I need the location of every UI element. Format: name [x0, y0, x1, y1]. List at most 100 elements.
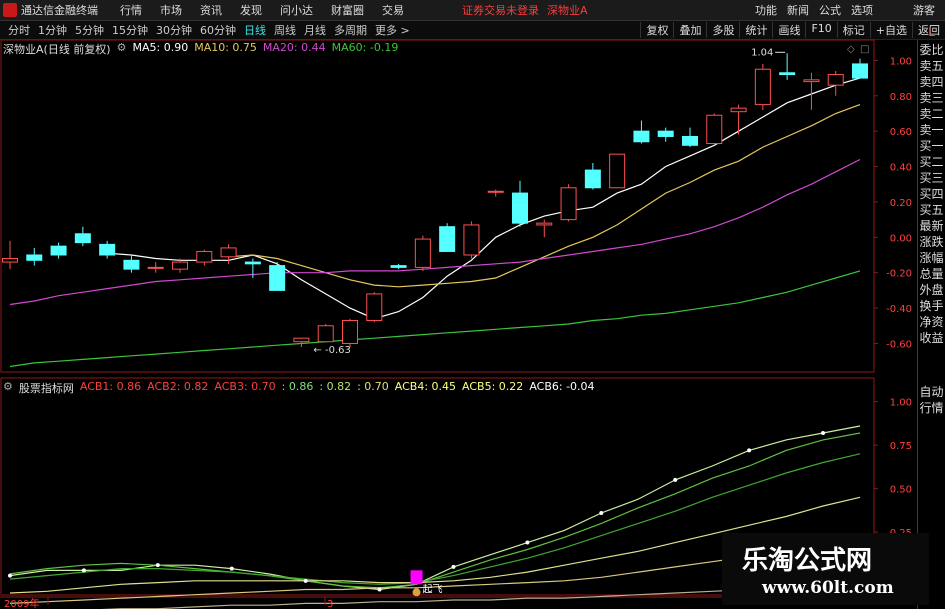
signal-label: 起飞 [423, 583, 443, 595]
settings-icon[interactable]: ⚙ [117, 41, 127, 57]
indicator-title: 股票指标网 [18, 382, 74, 395]
indicator-dot [303, 578, 308, 583]
side-item-7[interactable]: 买二 [918, 155, 945, 169]
candle-body [730, 107, 747, 113]
acb3-label: ACB3: 0.70 [214, 380, 276, 393]
candle [560, 184, 577, 222]
candle-body [754, 68, 771, 106]
candle [779, 53, 796, 80]
stock-chart[interactable]: 起飞 1.00 0.80 0.60 0.40 0.20 0.00 -0.20 -0.40 -0.… [0, 0, 945, 609]
indicator-dot [377, 587, 382, 592]
side-panel-toggle[interactable]: L [918, 25, 945, 39]
price-axis-label: 1.00 [890, 56, 912, 67]
candle-body [803, 79, 820, 83]
acb4-label: ACB4: 0.45 [394, 380, 457, 393]
candle-body [317, 325, 334, 343]
candle-body [269, 265, 286, 291]
price-axis-label: 0.40 [890, 163, 912, 174]
candle [74, 226, 91, 247]
side-item-15[interactable]: 外盘 [918, 283, 945, 297]
candle-body [827, 74, 844, 86]
candle [633, 120, 650, 144]
side-item-5[interactable]: 卖一 [918, 123, 945, 137]
candle-body [414, 238, 431, 268]
indicator-axis-label: 0.75 [890, 441, 912, 452]
candle-body [463, 224, 480, 256]
candle [50, 242, 67, 259]
ma20-label: MA20: 0.44 [262, 41, 326, 54]
ma10-label: MA10: 0.75 [194, 41, 257, 54]
ma60-label: MA60: -0.19 [331, 41, 399, 54]
candle-body [99, 243, 116, 256]
candle [827, 71, 844, 96]
ma-line-ma20 [9, 158, 861, 306]
ma-line-ma60 [9, 270, 861, 368]
side-item-10[interactable]: 买五 [918, 203, 945, 217]
candle-body [147, 266, 164, 269]
side-item-9[interactable]: 买四 [918, 187, 945, 201]
candle [147, 262, 164, 273]
candle-body [196, 250, 213, 263]
signal-marker [410, 570, 423, 585]
indicator-dot [155, 563, 160, 568]
high-annotation: 1.04 [751, 47, 773, 58]
indicator-dot [747, 448, 752, 453]
side-item-0[interactable]: 委比 [918, 43, 945, 57]
acb3-value: : 0.70 [357, 380, 389, 393]
candle [852, 58, 868, 79]
settings-icon[interactable]: ⚙ [3, 380, 13, 396]
indicator-dot [8, 573, 12, 578]
side-item-17[interactable]: 净资 [918, 315, 945, 329]
candle-body [657, 130, 674, 137]
candle [463, 221, 480, 259]
candle [803, 72, 820, 110]
ma-line-ma5 [107, 77, 861, 320]
side-item-12[interactable]: 涨跌 [918, 235, 945, 249]
side-item-3[interactable]: 卖三 [918, 91, 945, 105]
indicator-dot [599, 510, 604, 515]
time-axis-label-month: 3 [327, 599, 333, 609]
indicator-axis-label: 0.50 [890, 485, 912, 496]
side-item-13[interactable]: 涨幅 [918, 251, 945, 265]
side-bottom-item-1[interactable]: 行情 [918, 401, 945, 415]
price-axis-label: 0.20 [890, 198, 912, 209]
watermark-url: www.60lt.com [762, 578, 894, 598]
side-item-18[interactable]: 收益 [918, 331, 945, 345]
side-item-2[interactable]: 卖四 [918, 75, 945, 89]
price-axis-label: 0.60 [890, 127, 912, 138]
candle-body [682, 135, 698, 146]
side-item-16[interactable]: 换手 [918, 299, 945, 313]
watermark-title: 乐淘公式网 [742, 546, 873, 576]
side-item-1[interactable]: 卖五 [918, 59, 945, 73]
candle-body [220, 247, 237, 258]
price-axis-label: -0.20 [886, 269, 912, 280]
price-axis-label: -0.60 [886, 339, 912, 350]
indicator-dot [229, 566, 234, 571]
candle [754, 63, 771, 110]
side-bottom-item-0[interactable]: 自动 [918, 385, 945, 399]
side-item-14[interactable]: 总量 [918, 267, 945, 281]
candle [390, 263, 407, 270]
ma5-label: MA5: 0.90 [132, 41, 189, 54]
time-axis-label-year: 2009年 [4, 597, 39, 609]
price-axis-label: 0.80 [890, 92, 912, 103]
signal-bag-icon [412, 588, 421, 597]
indicator-legend: ⚙ 股票指标网 ACB1: 0.86 ACB2: 0.82 ACB3: 0.70… [3, 380, 595, 396]
side-item-8[interactable]: 买三 [918, 171, 945, 185]
candlestick-plot [2, 53, 868, 368]
candle [682, 127, 698, 148]
side-item-6[interactable]: 买一 [918, 139, 945, 153]
side-item-4[interactable]: 卖二 [918, 107, 945, 121]
candle [220, 244, 237, 264]
candle [269, 262, 286, 291]
candle [584, 163, 601, 190]
candle-body [2, 258, 18, 263]
candle [609, 153, 626, 189]
side-item-11[interactable]: 最新 [918, 219, 945, 233]
low-annotation: ← -0.63 [313, 345, 350, 356]
candle-body [366, 293, 383, 321]
indicator-dot [451, 564, 456, 569]
indicator-dot [673, 477, 678, 482]
acb1-label: ACB1: 0.86 [79, 380, 142, 393]
candle-body [439, 226, 456, 252]
